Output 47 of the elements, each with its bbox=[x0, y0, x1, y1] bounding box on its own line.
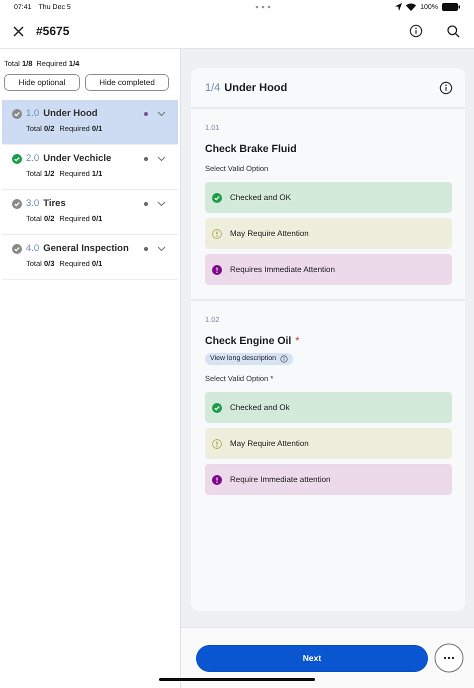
chevron-down-icon[interactable] bbox=[157, 156, 166, 162]
section-title: Under Vechicle bbox=[43, 153, 112, 164]
question-title: Check Brake Fluid bbox=[205, 143, 297, 155]
info-icon[interactable] bbox=[439, 80, 453, 94]
section-number: 1.0 bbox=[26, 108, 40, 119]
check-circle-icon bbox=[12, 108, 22, 118]
chevron-down-icon[interactable] bbox=[157, 110, 166, 116]
section-number: 3.0 bbox=[26, 198, 40, 209]
option-button[interactable]: Checked and OK bbox=[205, 182, 452, 213]
option-button[interactable]: Require Immediate attention bbox=[205, 464, 452, 495]
section-title: Tires bbox=[43, 198, 66, 209]
info-icon[interactable] bbox=[409, 24, 423, 38]
close-icon[interactable] bbox=[13, 26, 24, 36]
alert-circle-icon bbox=[212, 474, 222, 484]
section-position: 1/4 bbox=[205, 82, 220, 94]
wifi-icon bbox=[406, 3, 416, 11]
alert-circle-icon bbox=[212, 264, 222, 274]
battery-icon bbox=[442, 3, 460, 11]
check-circle-icon bbox=[212, 192, 222, 202]
section-title: Under Hood bbox=[43, 108, 98, 119]
check-circle-icon bbox=[12, 244, 22, 254]
chevron-down-icon[interactable] bbox=[157, 200, 166, 206]
chevron-down-icon[interactable] bbox=[157, 246, 166, 252]
order-title: #5675 bbox=[36, 24, 70, 38]
option-button[interactable]: Requires Immediate Attention bbox=[205, 254, 452, 285]
check-circle-icon bbox=[12, 198, 22, 208]
search-icon[interactable] bbox=[447, 24, 460, 38]
more-options-icon[interactable] bbox=[434, 643, 464, 674]
next-button[interactable]: Next bbox=[196, 644, 428, 672]
info-icon bbox=[280, 354, 288, 362]
check-circle-icon bbox=[212, 402, 222, 412]
location-icon bbox=[395, 3, 402, 11]
check-circle-icon bbox=[12, 154, 22, 164]
filter-button[interactable]: Hide completed bbox=[85, 74, 169, 91]
option-button[interactable]: Checked and Ok bbox=[205, 392, 452, 423]
section-title: General Inspection bbox=[43, 243, 129, 254]
option-button[interactable]: May Require Attention bbox=[205, 218, 452, 249]
card-title: Under Hood bbox=[224, 82, 288, 94]
section-number: 2.0 bbox=[26, 153, 40, 164]
required-mark: * bbox=[295, 335, 300, 347]
warning-circle-icon bbox=[212, 438, 222, 448]
question-title: Check Engine Oil bbox=[205, 335, 292, 347]
warning-circle-icon bbox=[212, 228, 222, 238]
section-number: 4.0 bbox=[26, 243, 40, 254]
option-button[interactable]: May Require Attention bbox=[205, 428, 452, 459]
multitasking-dots-icon[interactable] bbox=[254, 5, 271, 9]
filter-button[interactable]: Hide optional bbox=[4, 74, 80, 91]
